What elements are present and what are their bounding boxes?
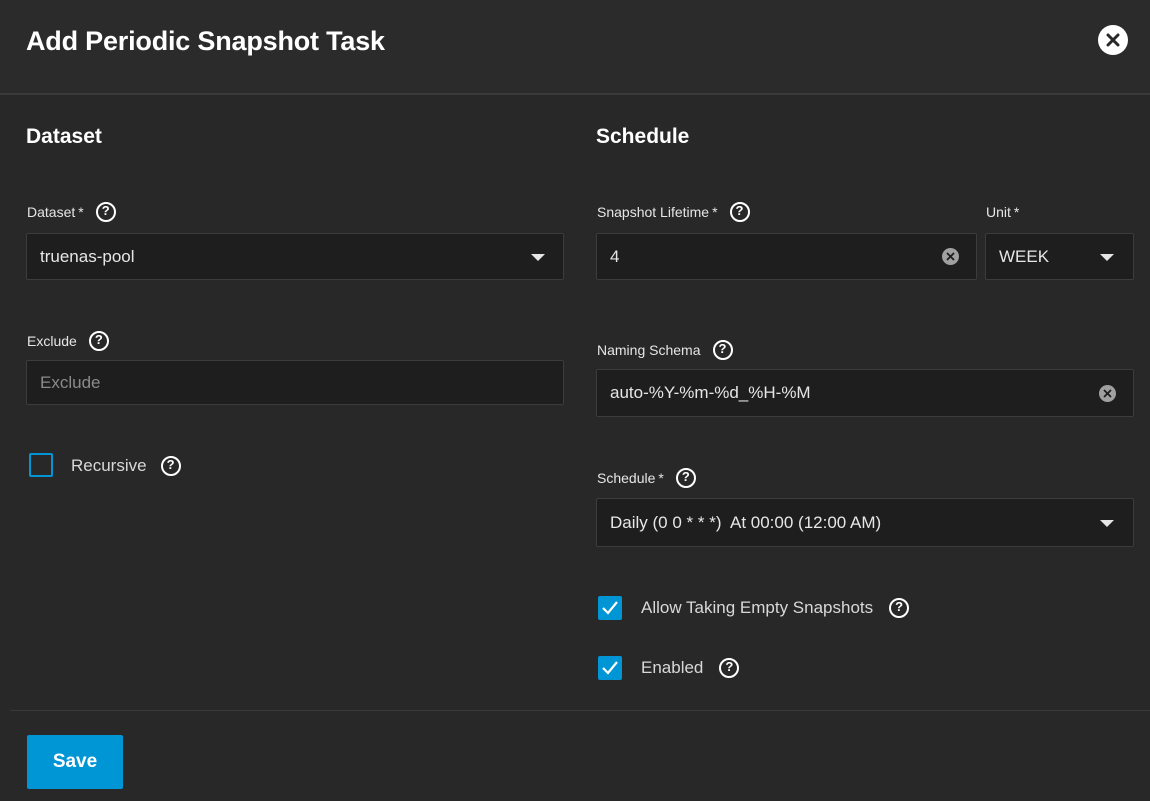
dataset-label-text: Dataset bbox=[27, 204, 76, 220]
lifetime-label: Snapshot Lifetime * bbox=[597, 202, 750, 222]
required-mark: * bbox=[658, 470, 664, 486]
unit-select[interactable]: WEEK bbox=[985, 233, 1134, 280]
schedule-label-text: Schedule bbox=[597, 470, 656, 486]
help-circle-icon[interactable] bbox=[712, 340, 733, 360]
caret-down-icon bbox=[1100, 520, 1114, 527]
schedule-label: Schedule * bbox=[597, 468, 696, 488]
required-mark: * bbox=[78, 204, 84, 220]
caret-down-icon bbox=[1100, 254, 1114, 261]
close-icon[interactable] bbox=[1098, 25, 1128, 55]
check-icon bbox=[602, 661, 618, 675]
exclude-label-text: Exclude bbox=[27, 333, 77, 349]
help-circle-icon[interactable] bbox=[88, 331, 109, 351]
naming-schema-label: Naming Schema bbox=[597, 340, 733, 360]
dataset-select[interactable]: truenas-pool bbox=[26, 233, 564, 280]
allow-empty-snapshots-label: Allow Taking Empty Snapshots bbox=[641, 597, 910, 619]
dataset-select-value: truenas-pool bbox=[40, 246, 135, 266]
schedule-section-heading: Schedule bbox=[596, 125, 690, 148]
help-circle-icon[interactable] bbox=[675, 468, 696, 488]
schedule-select[interactable]: Daily (0 0 * * *) At 00:00 (12:00 AM) bbox=[596, 498, 1134, 547]
naming-schema-input[interactable]: auto-%Y-%m-%d_%H-%M bbox=[596, 369, 1134, 417]
footer-divider bbox=[10, 710, 1150, 711]
enabled-checkbox[interactable] bbox=[598, 656, 622, 680]
exclude-placeholder: Exclude bbox=[40, 372, 101, 392]
help-circle-icon[interactable] bbox=[719, 658, 740, 678]
help-circle-icon[interactable] bbox=[95, 202, 116, 222]
exclude-label: Exclude bbox=[27, 331, 109, 351]
lifetime-label-text: Snapshot Lifetime bbox=[597, 204, 710, 220]
check-icon bbox=[602, 601, 618, 615]
required-mark: * bbox=[712, 204, 718, 220]
help-circle-icon[interactable] bbox=[729, 202, 750, 222]
schedule-select-value: Daily (0 0 * * *) At 00:00 (12:00 AM) bbox=[610, 512, 882, 532]
help-circle-icon[interactable] bbox=[160, 456, 181, 476]
naming-schema-value: auto-%Y-%m-%d_%H-%M bbox=[610, 383, 811, 402]
clear-icon[interactable] bbox=[942, 248, 959, 265]
unit-label-text: Unit bbox=[986, 204, 1011, 220]
recursive-checkbox[interactable] bbox=[29, 453, 53, 477]
naming-schema-label-text: Naming Schema bbox=[597, 342, 701, 358]
recursive-label: Recursive bbox=[71, 455, 181, 477]
caret-down-icon bbox=[531, 254, 545, 261]
lifetime-input[interactable]: 4 bbox=[596, 233, 977, 280]
recursive-label-text: Recursive bbox=[71, 456, 147, 475]
exclude-input[interactable]: Exclude bbox=[26, 360, 564, 405]
dataset-label: Dataset * bbox=[27, 202, 116, 222]
allow-empty-snapshots-label-text: Allow Taking Empty Snapshots bbox=[641, 598, 874, 617]
required-mark: * bbox=[1013, 204, 1020, 220]
help-circle-icon[interactable] bbox=[889, 598, 910, 618]
unit-select-value: WEEK bbox=[999, 246, 1050, 266]
allow-empty-snapshots-checkbox[interactable] bbox=[598, 596, 622, 620]
unit-label: Unit * bbox=[986, 202, 1019, 222]
dialog-header: Add Periodic Snapshot Task bbox=[0, 0, 1150, 95]
save-button[interactable]: Save bbox=[27, 735, 123, 789]
dataset-section-heading: Dataset bbox=[26, 125, 102, 148]
lifetime-input-value: 4 bbox=[610, 246, 620, 266]
enabled-label-text: Enabled bbox=[641, 658, 704, 677]
clear-icon[interactable] bbox=[1099, 385, 1116, 402]
dialog-title: Add Periodic Snapshot Task bbox=[26, 26, 385, 56]
enabled-label: Enabled bbox=[641, 657, 740, 679]
